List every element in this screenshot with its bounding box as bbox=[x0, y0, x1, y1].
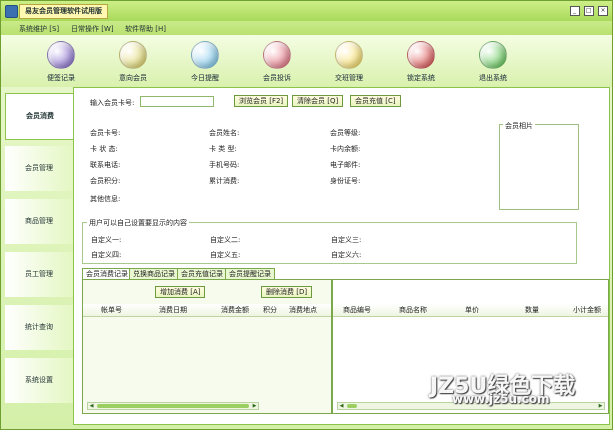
info-label: 身份证号: bbox=[330, 177, 361, 185]
shift-icon bbox=[335, 41, 363, 69]
info-label: 卡 状 态: bbox=[90, 145, 118, 153]
app-window: 易友会员管理软件试用版 _ □ × 系统维护 [S] 日常操作 [W] 软件帮助… bbox=[0, 0, 613, 430]
toolbar-exit-button[interactable]: 退出系统 bbox=[463, 41, 523, 83]
card-number-input[interactable] bbox=[140, 96, 214, 107]
watermark-url: www.jz5u.com bbox=[452, 392, 550, 406]
column-header: 小计金额 bbox=[573, 306, 601, 314]
member-photo-label: 会员相片 bbox=[503, 121, 535, 131]
scroll-thumb[interactable] bbox=[347, 404, 357, 408]
sidebar-item-settings[interactable]: 系统设置 bbox=[5, 358, 73, 403]
toolbar-label: 锁定系统 bbox=[407, 74, 435, 82]
scroll-right-icon[interactable]: ▶ bbox=[597, 403, 604, 409]
complaint-icon bbox=[263, 41, 291, 69]
add-consume-button[interactable]: 增加消费 [A] bbox=[155, 286, 206, 298]
scroll-right-icon[interactable]: ▶ bbox=[251, 403, 258, 409]
toolbar-prospect-button[interactable]: 意向会员 bbox=[103, 41, 163, 83]
column-header: 帐单号 bbox=[101, 306, 122, 314]
sidebar-item-staff[interactable]: 员工管理 bbox=[5, 252, 73, 297]
exit-icon bbox=[479, 41, 507, 69]
reminder-icon bbox=[191, 41, 219, 69]
close-button[interactable]: × bbox=[598, 6, 608, 16]
title-bar: 易友会员管理软件试用版 _ □ × bbox=[1, 1, 612, 21]
sidebar-item-consume[interactable]: 会员消费 bbox=[5, 93, 74, 140]
window-title: 易友会员管理软件试用版 bbox=[19, 4, 108, 19]
toolbar-label: 便签记录 bbox=[47, 74, 75, 82]
menu-daily[interactable]: 日常操作 [W] bbox=[71, 24, 114, 34]
info-label: 累计消费: bbox=[209, 177, 240, 185]
toolbar-label: 会员投诉 bbox=[263, 74, 291, 82]
info-label: 联系电话: bbox=[90, 161, 121, 169]
browse-members-button[interactable]: 浏览会员 [F2] bbox=[234, 95, 289, 107]
column-header: 商品名称 bbox=[399, 306, 427, 314]
custom-field-label: 自定义一: bbox=[91, 236, 122, 244]
note-icon bbox=[47, 41, 75, 69]
scroll-thumb[interactable] bbox=[97, 404, 249, 408]
toolbar-label: 退出系统 bbox=[479, 74, 507, 82]
toolbar-reminder-button[interactable]: 今日提醒 bbox=[175, 41, 235, 83]
column-header: 商品编号 bbox=[343, 306, 371, 314]
info-label: 会员卡号: bbox=[90, 129, 121, 137]
toolbar-shift-button[interactable]: 交班管理 bbox=[319, 41, 379, 83]
lock-icon bbox=[407, 41, 435, 69]
member-icon bbox=[119, 41, 147, 69]
sidebar: 会员消费 会员管理 商品管理 员工管理 统计查询 系统设置 bbox=[5, 91, 74, 425]
toolbar-label: 今日提醒 bbox=[191, 74, 219, 82]
sidebar-item-stats[interactable]: 统计查询 bbox=[5, 305, 73, 350]
custom-field-label: 自定义四: bbox=[91, 251, 122, 259]
custom-fields-title: 用户可以自己设置要显示的内容 bbox=[87, 218, 189, 228]
sidebar-item-goods[interactable]: 商品管理 bbox=[5, 199, 73, 244]
window-controls: _ □ × bbox=[568, 6, 608, 16]
info-label: 卡 类 型: bbox=[209, 145, 237, 153]
toolbar-complaint-button[interactable]: 会员投诉 bbox=[247, 41, 307, 83]
info-label: 卡内余额: bbox=[330, 145, 361, 153]
menu-bar: 系统维护 [S] 日常操作 [W] 软件帮助 [H] bbox=[1, 21, 612, 35]
column-header: 消费地点 bbox=[289, 306, 317, 314]
clear-member-button[interactable]: 清除会员 [Q] bbox=[292, 95, 344, 107]
recharge-button[interactable]: 会员充值 [C] bbox=[350, 95, 401, 107]
custom-field-label: 自定义五: bbox=[210, 251, 241, 259]
info-label: 会员积分: bbox=[90, 177, 121, 185]
minimize-button[interactable]: _ bbox=[569, 6, 580, 16]
member-photo-box: 会员相片 bbox=[499, 121, 579, 210]
custom-field-label: 自定义二: bbox=[210, 236, 241, 244]
maximize-button[interactable]: □ bbox=[583, 6, 594, 16]
toolbar-label: 意向会员 bbox=[119, 74, 147, 82]
menu-help[interactable]: 软件帮助 [H] bbox=[125, 24, 166, 34]
column-header: 单价 bbox=[465, 306, 479, 314]
menu-system[interactable]: 系统维护 [S] bbox=[19, 24, 59, 34]
column-header: 消费金额 bbox=[221, 306, 249, 314]
toolbar-label: 交班管理 bbox=[335, 74, 363, 82]
info-label: 其他信息: bbox=[90, 195, 121, 203]
card-number-label: 输入会员卡号: bbox=[90, 99, 135, 107]
sidebar-item-members[interactable]: 会员管理 bbox=[5, 146, 73, 191]
column-header: 数量 bbox=[525, 306, 539, 314]
custom-field-label: 自定义三: bbox=[331, 236, 362, 244]
scroll-left-icon[interactable]: ◀ bbox=[338, 403, 345, 409]
consume-records-panel: 增加消费 [A] 删除消费 [D] 帐单号 消费日期 消费金额 积分 消费地点 … bbox=[82, 279, 332, 414]
custom-field-label: 自定义六: bbox=[331, 251, 362, 259]
app-icon bbox=[5, 5, 18, 18]
column-header: 消费日期 bbox=[159, 306, 187, 314]
info-label: 会员等级: bbox=[330, 129, 361, 137]
custom-fields-group: 用户可以自己设置要显示的内容 自定义一: 自定义二: 自定义三: 自定义四: 自… bbox=[82, 218, 577, 264]
scroll-left-icon[interactable]: ◀ bbox=[88, 403, 95, 409]
column-header: 积分 bbox=[263, 306, 277, 314]
info-label: 会员姓名: bbox=[209, 129, 240, 137]
info-label: 手机号码: bbox=[209, 161, 240, 169]
toolbar: 便签记录 意向会员 今日提醒 会员投诉 交班管理 锁定系统 退出系统 bbox=[1, 35, 612, 87]
consume-horizontal-scrollbar[interactable]: ◀ ▶ bbox=[87, 402, 259, 410]
delete-consume-button[interactable]: 删除消费 [D] bbox=[261, 286, 313, 298]
toolbar-lock-button[interactable]: 锁定系统 bbox=[391, 41, 451, 83]
toolbar-note-button[interactable]: 便签记录 bbox=[31, 41, 91, 83]
info-label: 电子邮件: bbox=[330, 161, 361, 169]
